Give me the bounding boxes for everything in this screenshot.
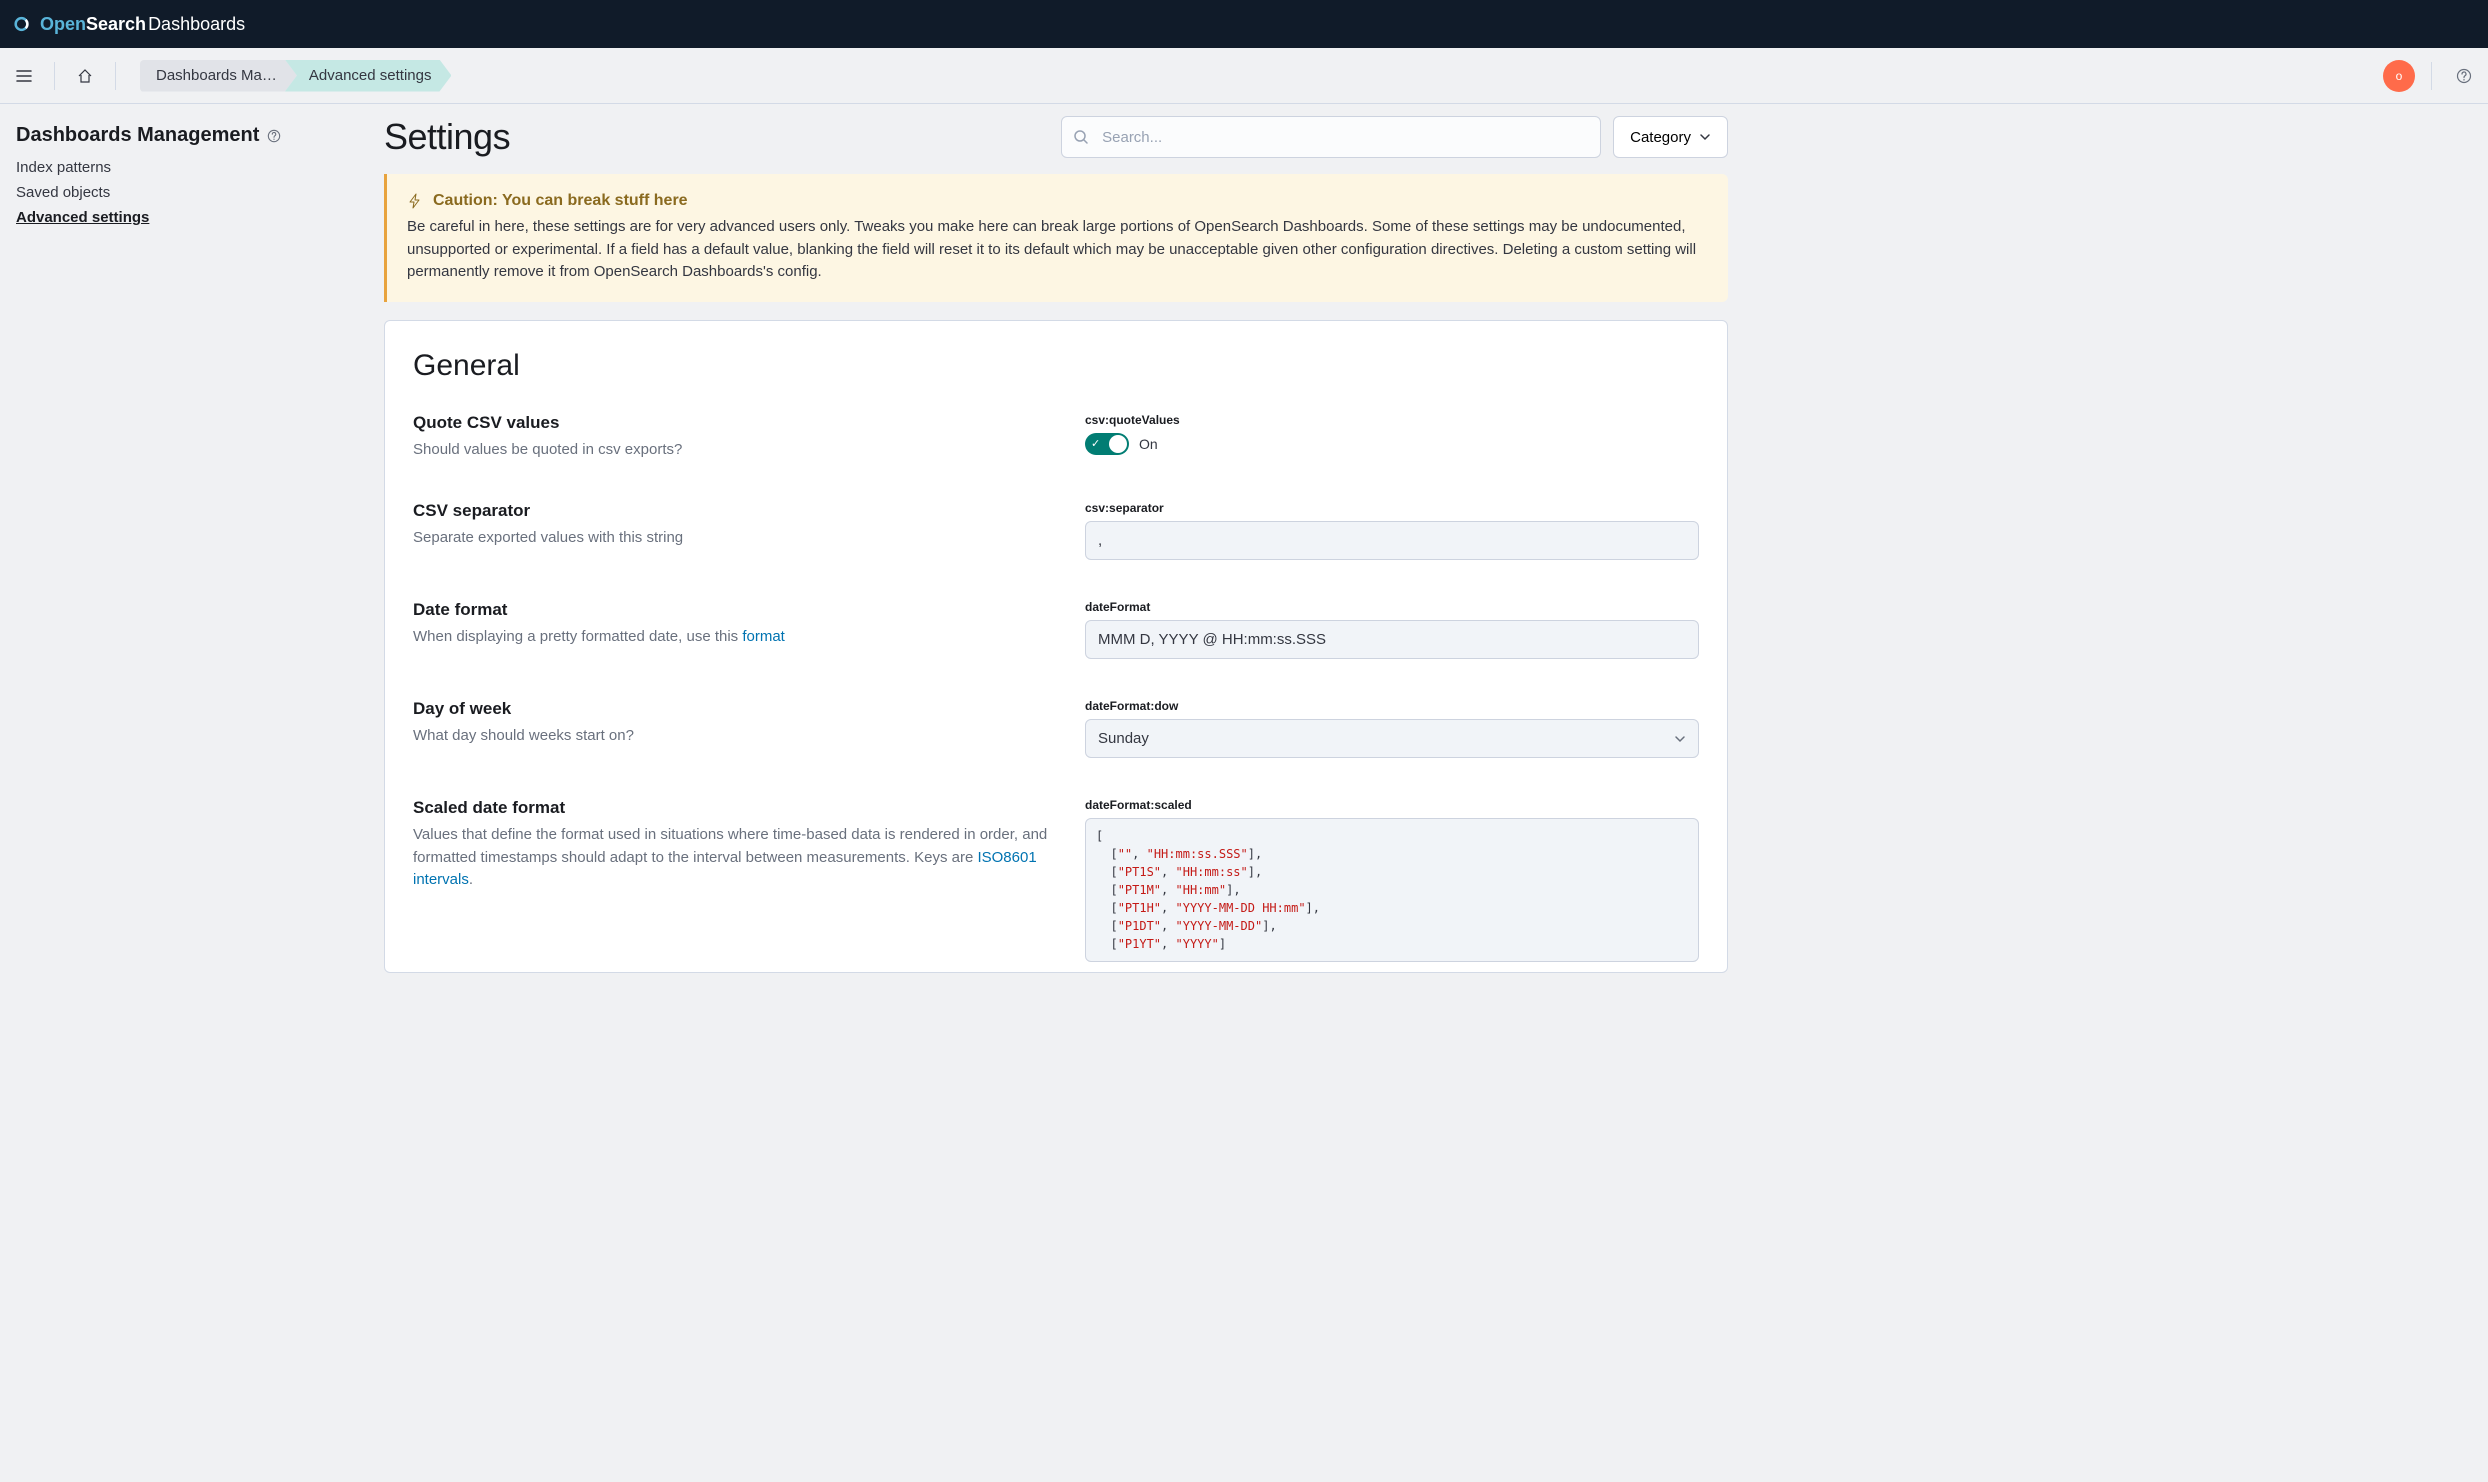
setting-csv-quote: Quote CSV values Should values be quoted… bbox=[413, 413, 1699, 462]
field-label: csv:separator bbox=[1085, 501, 1699, 515]
help-icon bbox=[2456, 68, 2472, 84]
home-icon bbox=[77, 68, 93, 84]
divider bbox=[115, 62, 116, 90]
select-value: Sunday bbox=[1098, 730, 1149, 747]
field-label: dateFormat bbox=[1085, 600, 1699, 614]
home-button[interactable] bbox=[69, 60, 101, 92]
callout-title-text: Caution: You can break stuff here bbox=[433, 192, 688, 210]
sidebar-item-index-patterns[interactable]: Index patterns bbox=[16, 157, 368, 178]
help-button[interactable] bbox=[2448, 60, 2480, 92]
category-label: Category bbox=[1630, 129, 1691, 146]
setting-desc: What day should weeks start on? bbox=[413, 725, 1053, 748]
section-title-general: General bbox=[413, 349, 1699, 383]
date-format-input[interactable] bbox=[1085, 620, 1699, 659]
field-label: dateFormat:dow bbox=[1085, 699, 1699, 713]
switch-knob bbox=[1109, 435, 1127, 453]
chevron-down-icon bbox=[1674, 733, 1686, 745]
sidebar-title: Dashboards Management bbox=[16, 124, 259, 147]
search-icon bbox=[1073, 129, 1089, 145]
sidebar-item-saved-objects[interactable]: Saved objects bbox=[16, 182, 368, 203]
category-filter-button[interactable]: Category bbox=[1613, 116, 1728, 158]
sidebar-item-advanced-settings[interactable]: Advanced settings bbox=[16, 207, 368, 228]
breadcrumb-dashboards-management[interactable]: Dashboards Ma… bbox=[140, 60, 297, 92]
callout-body: Be careful in here, these settings are f… bbox=[407, 216, 1708, 284]
caution-callout: Caution: You can break stuff here Be car… bbox=[384, 174, 1728, 302]
setting-title: CSV separator bbox=[413, 501, 1053, 521]
setting-date-format: Date format When displaying a pretty for… bbox=[413, 600, 1699, 659]
csv-quote-toggle[interactable]: ✓ bbox=[1085, 433, 1129, 455]
brand[interactable]: OpenSearchDashboards bbox=[14, 14, 245, 35]
brand-logo-icon bbox=[14, 14, 34, 34]
page-title: Settings bbox=[384, 116, 510, 158]
divider bbox=[2431, 62, 2432, 90]
setting-desc: Separate exported values with this strin… bbox=[413, 527, 1053, 550]
breadcrumb-bar: Dashboards Ma… Advanced settings bbox=[140, 60, 451, 92]
settings-search-input[interactable] bbox=[1061, 116, 1601, 158]
check-icon: ✓ bbox=[1091, 437, 1100, 450]
sidebar: Dashboards Management Index patterns Sav… bbox=[0, 104, 384, 1013]
setting-desc: Should values be quoted in csv exports? bbox=[413, 439, 1053, 462]
chevron-down-icon bbox=[1699, 131, 1711, 143]
divider bbox=[54, 62, 55, 90]
setting-scaled-date-format: Scaled date format Values that define th… bbox=[413, 798, 1699, 962]
bolt-icon bbox=[407, 193, 423, 209]
top-bar: OpenSearchDashboards bbox=[0, 0, 2488, 48]
scaled-date-format-textarea[interactable]: [ ["", "HH:mm:ss.SSS"], ["PT1S", "HH:mm:… bbox=[1085, 818, 1699, 962]
day-of-week-select[interactable]: Sunday bbox=[1085, 719, 1699, 758]
setting-desc: Values that define the format used in si… bbox=[413, 824, 1053, 892]
csv-separator-input[interactable] bbox=[1085, 521, 1699, 560]
setting-title: Quote CSV values bbox=[413, 413, 1053, 433]
format-link[interactable]: format bbox=[742, 628, 785, 645]
menu-toggle-button[interactable] bbox=[8, 60, 40, 92]
setting-title: Date format bbox=[413, 600, 1053, 620]
header-row: Dashboards Ma… Advanced settings o bbox=[0, 48, 2488, 104]
help-icon[interactable] bbox=[267, 129, 281, 143]
setting-day-of-week: Day of week What day should weeks start … bbox=[413, 699, 1699, 758]
toggle-state-label: On bbox=[1139, 436, 1158, 452]
user-avatar[interactable]: o bbox=[2383, 60, 2415, 92]
setting-desc: When displaying a pretty formatted date,… bbox=[413, 626, 1053, 649]
main-content: Settings Category Caution: You can break… bbox=[384, 104, 1744, 1013]
field-label: csv:quoteValues bbox=[1085, 413, 1699, 427]
setting-title: Scaled date format bbox=[413, 798, 1053, 818]
setting-title: Day of week bbox=[413, 699, 1053, 719]
field-label: dateFormat:scaled bbox=[1085, 798, 1699, 812]
general-settings-card: General Quote CSV values Should values b… bbox=[384, 320, 1728, 974]
breadcrumb-advanced-settings[interactable]: Advanced settings bbox=[285, 60, 452, 92]
brand-text: OpenSearchDashboards bbox=[40, 14, 245, 35]
setting-csv-separator: CSV separator Separate exported values w… bbox=[413, 501, 1699, 560]
hamburger-icon bbox=[16, 68, 32, 84]
